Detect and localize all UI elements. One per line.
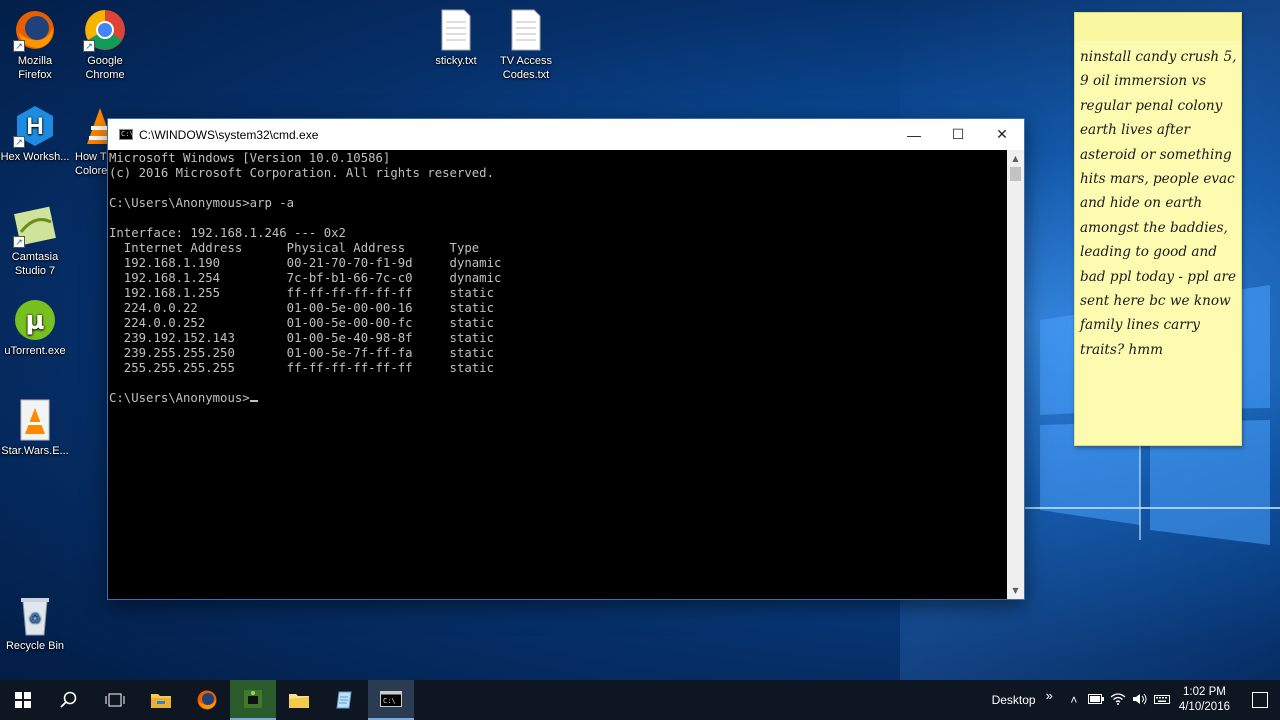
- svg-text:H: H: [26, 113, 43, 140]
- desktop-icon-utorrent[interactable]: µ uTorrent.exe: [0, 298, 70, 358]
- cmd-title: C:\WINDOWS\system32\cmd.exe: [139, 127, 319, 142]
- close-button[interactable]: ✕: [980, 119, 1024, 150]
- taskbar-clock[interactable]: 1:02 PM 4/10/2016: [1179, 685, 1230, 715]
- notepad-icon: [336, 691, 352, 709]
- firefox-icon: [197, 690, 217, 710]
- notepad-taskbar-button[interactable]: [322, 680, 368, 720]
- taskbar: C:\ Desktop » ˄ 1:02 PM 4/10/2016: [0, 680, 1280, 720]
- start-icon: [15, 692, 31, 708]
- desktop-icon-sticky-txt[interactable]: sticky.txt: [421, 8, 491, 68]
- folder-icon: [289, 694, 309, 708]
- firefox-taskbar-button[interactable]: [184, 680, 230, 720]
- console-line: 255.255.255.255 ff-ff-ff-ff-ff-ff static: [109, 361, 494, 375]
- desktop-icon-label: Camtasia Studio 7: [11, 251, 59, 277]
- camtasia-icon: ↗: [13, 204, 57, 248]
- console-line: 224.0.0.22 01-00-5e-00-00-16 static: [109, 301, 494, 315]
- desktop-icon-star-wars[interactable]: Star.Wars.E...: [0, 398, 70, 458]
- desktop-icon-tv-access-codes[interactable]: TV Access Codes.txt: [491, 8, 561, 82]
- keyboard-icon[interactable]: [1151, 693, 1173, 708]
- desktop-icon-recycle-bin[interactable]: ♻ Recycle Bin: [0, 593, 70, 653]
- console-line: 192.168.1.255 ff-ff-ff-ff-ff-ff static: [109, 286, 494, 300]
- cmd-window[interactable]: C:\ C:\WINDOWS\system32\cmd.exe — ☐ ✕ Mi…: [107, 118, 1025, 600]
- cmd-app-icon: C:\: [119, 129, 134, 140]
- start-button[interactable]: [0, 680, 46, 720]
- sticky-note-header[interactable]: [1075, 13, 1241, 41]
- firefox-icon: ↗: [13, 8, 57, 52]
- desktop-icon-label: Hex Worksh...: [0, 151, 70, 163]
- chrome-icon: ↗: [83, 8, 127, 52]
- console-prompt-line[interactable]: C:\Users\Anonymous>: [109, 391, 1007, 406]
- scroll-down-arrow-icon[interactable]: ▼: [1007, 582, 1024, 599]
- scroll-up-arrow-icon[interactable]: ▲: [1007, 150, 1024, 167]
- console-line: 192.168.1.254 7c-bf-b1-66-7c-c0 dynamic: [109, 271, 502, 285]
- action-center-icon[interactable]: [1252, 692, 1268, 708]
- clock-date: 4/10/2016: [1178, 701, 1230, 713]
- sticky-note-text[interactable]: ninstall candy crush 5, 9 oil immersion …: [1075, 41, 1241, 362]
- show-hidden-icons-icon[interactable]: ˄: [1063, 693, 1085, 707]
- wifi-icon[interactable]: [1107, 692, 1129, 708]
- console-prompt: C:\Users\Anonymous>: [109, 391, 250, 405]
- vlc-icon: [85, 104, 108, 148]
- battery-icon[interactable]: [1085, 693, 1107, 707]
- maximize-button[interactable]: ☐: [936, 119, 980, 150]
- console-line: 239.192.152.143 01-00-5e-40-98-8f static: [109, 331, 494, 345]
- desktop-icon-firefox[interactable]: ↗ Mozilla Firefox: [0, 8, 70, 82]
- task-view-icon: [105, 693, 125, 707]
- text-cursor: [249, 400, 258, 402]
- file-explorer-icon: [151, 694, 171, 708]
- utorrent-icon: µ: [13, 298, 57, 342]
- desktop-icon-label: sticky.txt: [435, 55, 477, 67]
- toolbar-chevron-icon[interactable]: »: [1046, 688, 1053, 703]
- hex-workshop-icon: H ↗: [13, 104, 57, 148]
- console-line: 192.168.1.190 00-21-70-70-f1-9d dynamic: [109, 256, 502, 270]
- camtasia-taskbar-button[interactable]: [230, 680, 276, 720]
- svg-text:C:\: C:\: [383, 697, 396, 705]
- desktop-icon-camtasia[interactable]: ↗ Camtasia Studio 7: [0, 204, 70, 278]
- console-line: (c) 2016 Microsoft Corporation. All righ…: [109, 166, 494, 180]
- desktop-icon-label: Google Chrome: [85, 55, 125, 81]
- desktop-icon-vlc-video[interactable]: How T Colore: [68, 104, 108, 178]
- text-file-icon: [434, 8, 478, 52]
- desktop-icon-chrome[interactable]: ↗ Google Chrome: [70, 8, 140, 82]
- vertical-scrollbar[interactable]: ▲ ▼: [1007, 150, 1024, 599]
- cmd-console[interactable]: Microsoft Windows [Version 10.0.10586] (c…: [108, 150, 1007, 599]
- cmd-icon: C:\: [380, 691, 402, 707]
- scrollbar-thumb[interactable]: [1010, 167, 1021, 181]
- volume-icon[interactable]: [1129, 693, 1151, 708]
- text-file-icon: [504, 8, 548, 52]
- vlc-file-icon: [13, 398, 57, 442]
- search-button[interactable]: [46, 680, 92, 720]
- camtasia-icon: [244, 690, 262, 708]
- console-line: Interface: 192.168.1.246 --- 0x2: [109, 226, 346, 240]
- desktop-icon-label: TV Access Codes.txt: [500, 55, 552, 81]
- cmd-taskbar-button[interactable]: C:\: [368, 680, 414, 720]
- desktop-icon-label: Recycle Bin: [5, 640, 65, 652]
- console-line: Microsoft Windows [Version 10.0.10586]: [109, 151, 391, 165]
- folder-taskbar-button[interactable]: [276, 680, 322, 720]
- search-icon: [60, 691, 77, 708]
- console-line: C:\Users\Anonymous>arp -a: [109, 196, 295, 210]
- console-line: Internet Address Physical Address Type: [109, 241, 480, 255]
- desktop-icon-label: uTorrent.exe: [4, 345, 66, 357]
- system-tray: Desktop » ˄ 1:02 PM 4/10/2016: [992, 680, 1280, 720]
- svg-text:♻: ♻: [29, 610, 42, 626]
- recycle-bin-icon: ♻: [13, 593, 57, 637]
- sticky-note[interactable]: ninstall candy crush 5, 9 oil immersion …: [1074, 12, 1242, 446]
- task-view-button[interactable]: [92, 680, 138, 720]
- desktop-icon-label: Star.Wars.E...: [1, 445, 69, 457]
- console-line: 239.255.255.250 01-00-5e-7f-ff-fa static: [109, 346, 494, 360]
- desktop-icon-hex-workshop[interactable]: H ↗ Hex Worksh...: [0, 104, 70, 164]
- minimize-button[interactable]: —: [892, 119, 936, 150]
- desktop-toolbar-label[interactable]: Desktop: [992, 693, 1036, 707]
- clock-time: 1:02 PM: [1183, 686, 1226, 698]
- console-line: 224.0.0.252 01-00-5e-00-00-fc static: [109, 316, 494, 330]
- desktop-icon-label: Mozilla Firefox: [17, 55, 53, 81]
- file-explorer-button[interactable]: [138, 680, 184, 720]
- svg-text:µ: µ: [25, 306, 44, 336]
- cmd-titlebar[interactable]: C:\ C:\WINDOWS\system32\cmd.exe — ☐ ✕: [108, 119, 1024, 150]
- desktop-icon-label: How T Colore: [75, 151, 108, 177]
